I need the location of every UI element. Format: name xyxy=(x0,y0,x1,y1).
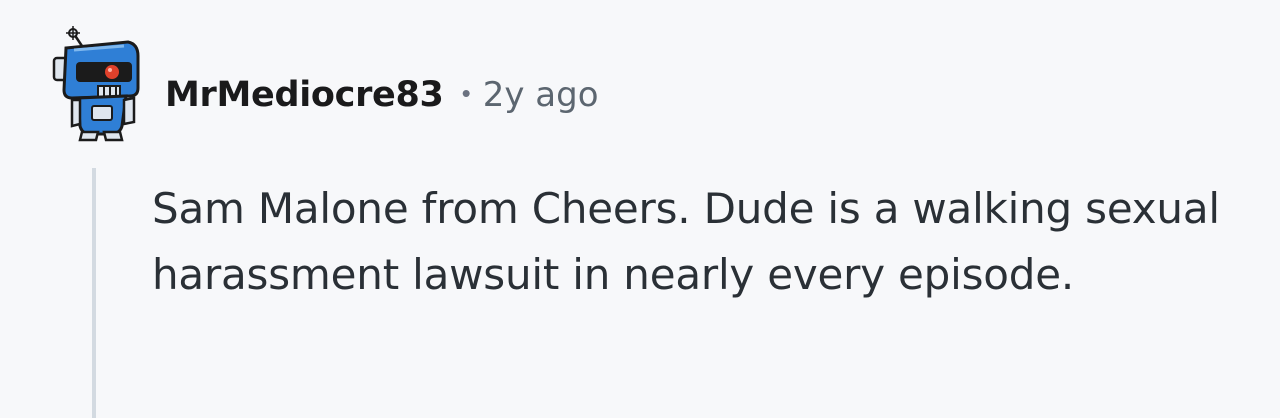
comment-body: Sam Malone from Cheers. Dude is a walkin… xyxy=(152,184,1220,299)
meta-separator: • xyxy=(461,77,471,108)
comment-timestamp[interactable]: 2y ago xyxy=(483,75,599,115)
robot-avatar-icon xyxy=(52,26,140,142)
username-link[interactable]: MrMediocre83 xyxy=(165,75,444,115)
comment-meta: MrMediocre83 • 2y ago xyxy=(165,70,599,120)
user-avatar[interactable] xyxy=(50,26,146,142)
comment: MrMediocre83 • 2y ago Sam Malone from Ch… xyxy=(0,0,1280,418)
thread-collapse-line[interactable] xyxy=(92,168,96,418)
